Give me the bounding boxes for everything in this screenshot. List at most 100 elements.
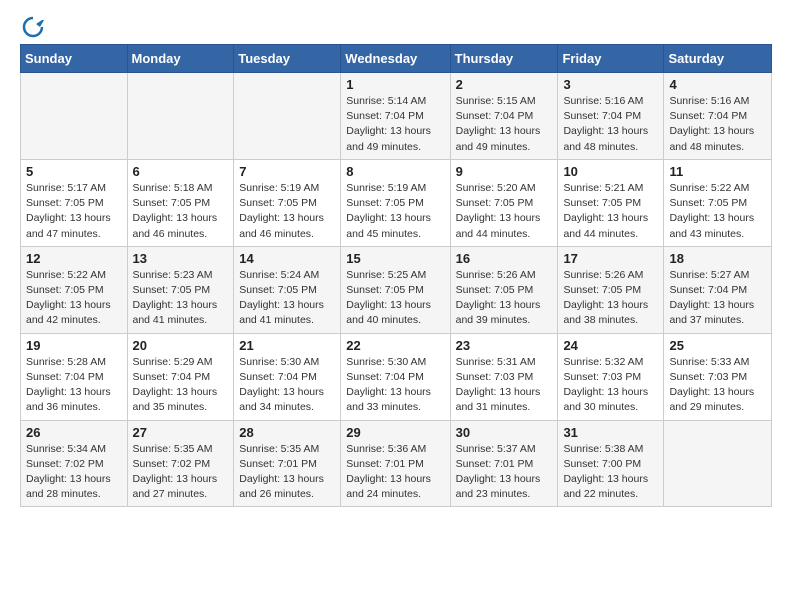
day-number: 31 [563, 425, 658, 440]
calendar-cell: 18 Sunrise: 5:27 AM Sunset: 7:04 PM Dayli… [664, 246, 772, 333]
calendar-cell: 8 Sunrise: 5:19 AM Sunset: 7:05 PM Daylig… [341, 159, 450, 246]
calendar-cell [664, 420, 772, 507]
day-number: 27 [133, 425, 229, 440]
day-info: Sunrise: 5:28 AM Sunset: 7:04 PM Dayligh… [26, 355, 122, 416]
calendar-cell: 28Sunrise: 5:35 AM Sunset: 7:01 PM Dayli… [234, 420, 341, 507]
calendar-cell: 17 Sunrise: 5:26 AM Sunset: 7:05 PM Dayli… [558, 246, 664, 333]
calendar-cell: 1 Sunrise: 5:14 AM Sunset: 7:04 PM Daylig… [341, 73, 450, 160]
day-info: Sunrise: 5:19 AM Sunset: 7:05 PM Dayligh… [346, 181, 444, 242]
calendar-week-row: 19 Sunrise: 5:28 AM Sunset: 7:04 PM Dayli… [21, 333, 772, 420]
day-number: 25 [669, 338, 766, 353]
logo-icon [22, 16, 44, 38]
day-info: Sunrise: 5:16 AM Sunset: 7:04 PM Dayligh… [669, 94, 766, 155]
header-row [20, 16, 772, 38]
day-info: Sunrise: 5:37 AM Sunset: 7:01 PM Dayligh… [456, 442, 553, 503]
day-number: 2 [456, 77, 553, 92]
day-info: Sunrise: 5:36 AM Sunset: 7:01 PM Dayligh… [346, 442, 444, 503]
day-info: Sunrise: 5:17 AM Sunset: 7:05 PM Dayligh… [26, 181, 122, 242]
day-info: Sunrise: 5:19 AM Sunset: 7:05 PM Dayligh… [239, 181, 335, 242]
calendar-cell: 31 Sunrise: 5:38 AM Sunset: 7:00 PM Dayli… [558, 420, 664, 507]
day-number: 23 [456, 338, 553, 353]
day-info: Sunrise: 5:18 AM Sunset: 7:05 PM Dayligh… [133, 181, 229, 242]
day-number: 22 [346, 338, 444, 353]
day-number: 1 [346, 77, 444, 92]
calendar-cell: 13 Sunrise: 5:23 AM Sunset: 7:05 PM Dayli… [127, 246, 234, 333]
day-info: Sunrise: 5:31 AM Sunset: 7:03 PM Dayligh… [456, 355, 553, 416]
day-info: Sunrise: 5:23 AM Sunset: 7:05 PM Dayligh… [133, 268, 229, 329]
calendar-cell: 27 Sunrise: 5:35 AM Sunset: 7:02 PM Dayli… [127, 420, 234, 507]
day-number: 24 [563, 338, 658, 353]
day-info: Sunrise: 5:15 AM Sunset: 7:04 PM Dayligh… [456, 94, 553, 155]
logo [20, 16, 44, 38]
day-info: Sunrise: 5:16 AM Sunset: 7:04 PM Dayligh… [563, 94, 658, 155]
calendar-cell: 23 Sunrise: 5:31 AM Sunset: 7:03 PM Dayli… [450, 333, 558, 420]
calendar-cell: 7 Sunrise: 5:19 AM Sunset: 7:05 PM Daylig… [234, 159, 341, 246]
calendar-cell: 14Sunrise: 5:24 AM Sunset: 7:05 PM Dayli… [234, 246, 341, 333]
day-number: 21 [239, 338, 335, 353]
day-info: Sunrise: 5:33 AM Sunset: 7:03 PM Dayligh… [669, 355, 766, 416]
weekday-header-monday: Monday [127, 45, 234, 73]
day-number: 14 [239, 251, 335, 266]
calendar-table: SundayMondayTuesdayWednesdayThursdayFrid… [20, 44, 772, 507]
day-number: 19 [26, 338, 122, 353]
weekday-header-wednesday: Wednesday [341, 45, 450, 73]
day-number: 3 [563, 77, 658, 92]
day-info: Sunrise: 5:26 AM Sunset: 7:05 PM Dayligh… [456, 268, 553, 329]
day-info: Sunrise: 5:20 AM Sunset: 7:05 PM Dayligh… [456, 181, 553, 242]
day-info: Sunrise: 5:35 AM Sunset: 7:02 PM Dayligh… [133, 442, 229, 503]
calendar-cell: 15 Sunrise: 5:25 AM Sunset: 7:05 PM Dayli… [341, 246, 450, 333]
calendar-cell: 12Sunrise: 5:22 AM Sunset: 7:05 PM Dayli… [21, 246, 128, 333]
calendar-cell: 22Sunrise: 5:30 AM Sunset: 7:04 PM Dayli… [341, 333, 450, 420]
day-info: Sunrise: 5:22 AM Sunset: 7:05 PM Dayligh… [669, 181, 766, 242]
day-number: 11 [669, 164, 766, 179]
day-info: Sunrise: 5:32 AM Sunset: 7:03 PM Dayligh… [563, 355, 658, 416]
calendar-cell: 26Sunrise: 5:34 AM Sunset: 7:02 PM Dayli… [21, 420, 128, 507]
calendar-cell: 20 Sunrise: 5:29 AM Sunset: 7:04 PM Dayli… [127, 333, 234, 420]
calendar-week-row: 1 Sunrise: 5:14 AM Sunset: 7:04 PM Daylig… [21, 73, 772, 160]
calendar-cell: 10 Sunrise: 5:21 AM Sunset: 7:05 PM Dayli… [558, 159, 664, 246]
day-number: 7 [239, 164, 335, 179]
weekday-header-row: SundayMondayTuesdayWednesdayThursdayFrid… [21, 45, 772, 73]
day-info: Sunrise: 5:26 AM Sunset: 7:05 PM Dayligh… [563, 268, 658, 329]
calendar-cell: 25 Sunrise: 5:33 AM Sunset: 7:03 PM Dayli… [664, 333, 772, 420]
day-number: 9 [456, 164, 553, 179]
calendar-cell: 9 Sunrise: 5:20 AM Sunset: 7:05 PM Daylig… [450, 159, 558, 246]
day-info: Sunrise: 5:25 AM Sunset: 7:05 PM Dayligh… [346, 268, 444, 329]
day-info: Sunrise: 5:35 AM Sunset: 7:01 PM Dayligh… [239, 442, 335, 503]
calendar-cell: 4Sunrise: 5:16 AM Sunset: 7:04 PM Daylig… [664, 73, 772, 160]
day-info: Sunrise: 5:34 AM Sunset: 7:02 PM Dayligh… [26, 442, 122, 503]
day-info: Sunrise: 5:14 AM Sunset: 7:04 PM Dayligh… [346, 94, 444, 155]
calendar-week-row: 26Sunrise: 5:34 AM Sunset: 7:02 PM Dayli… [21, 420, 772, 507]
day-number: 8 [346, 164, 444, 179]
calendar-week-row: 5 Sunrise: 5:17 AM Sunset: 7:05 PM Daylig… [21, 159, 772, 246]
day-info: Sunrise: 5:38 AM Sunset: 7:00 PM Dayligh… [563, 442, 658, 503]
day-number: 5 [26, 164, 122, 179]
weekday-header-sunday: Sunday [21, 45, 128, 73]
weekday-header-thursday: Thursday [450, 45, 558, 73]
calendar-cell: 19 Sunrise: 5:28 AM Sunset: 7:04 PM Dayli… [21, 333, 128, 420]
calendar-cell: 29 Sunrise: 5:36 AM Sunset: 7:01 PM Dayli… [341, 420, 450, 507]
calendar-week-row: 12Sunrise: 5:22 AM Sunset: 7:05 PM Dayli… [21, 246, 772, 333]
day-number: 10 [563, 164, 658, 179]
day-info: Sunrise: 5:27 AM Sunset: 7:04 PM Dayligh… [669, 268, 766, 329]
day-number: 15 [346, 251, 444, 266]
calendar-cell: 5 Sunrise: 5:17 AM Sunset: 7:05 PM Daylig… [21, 159, 128, 246]
day-number: 6 [133, 164, 229, 179]
calendar-cell [234, 73, 341, 160]
day-number: 30 [456, 425, 553, 440]
day-number: 20 [133, 338, 229, 353]
calendar-cell: 3 Sunrise: 5:16 AM Sunset: 7:04 PM Daylig… [558, 73, 664, 160]
day-info: Sunrise: 5:21 AM Sunset: 7:05 PM Dayligh… [563, 181, 658, 242]
day-info: Sunrise: 5:29 AM Sunset: 7:04 PM Dayligh… [133, 355, 229, 416]
day-number: 17 [563, 251, 658, 266]
calendar-cell: 2 Sunrise: 5:15 AM Sunset: 7:04 PM Daylig… [450, 73, 558, 160]
calendar-cell [127, 73, 234, 160]
day-number: 12 [26, 251, 122, 266]
day-number: 18 [669, 251, 766, 266]
calendar-cell [21, 73, 128, 160]
day-number: 29 [346, 425, 444, 440]
calendar-cell: 11 Sunrise: 5:22 AM Sunset: 7:05 PM Dayli… [664, 159, 772, 246]
day-info: Sunrise: 5:30 AM Sunset: 7:04 PM Dayligh… [239, 355, 335, 416]
calendar-cell: 21 Sunrise: 5:30 AM Sunset: 7:04 PM Dayli… [234, 333, 341, 420]
day-number: 13 [133, 251, 229, 266]
